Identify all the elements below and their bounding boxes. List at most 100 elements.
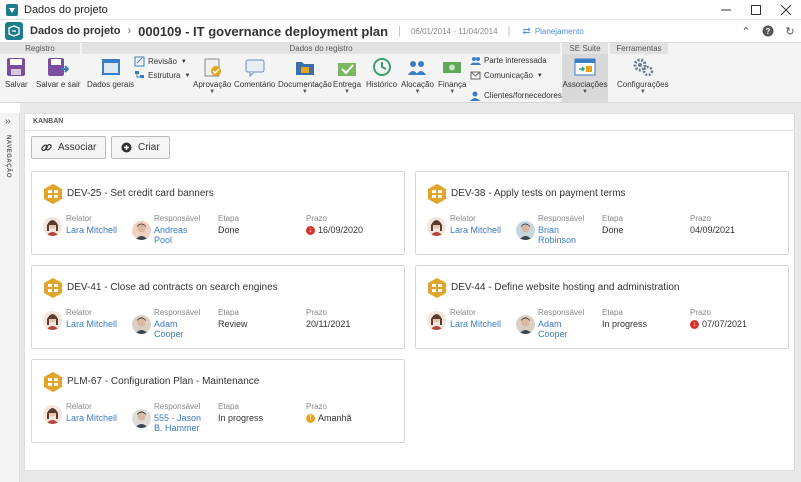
general-data-icon [100, 56, 122, 78]
gear-icon [632, 56, 654, 78]
associate-button[interactable]: Associar [31, 136, 107, 159]
plus-circle-icon [121, 142, 132, 153]
clients-icon [469, 90, 481, 101]
reporter-label: Relator [66, 402, 92, 411]
kanban-card[interactable]: DEV-44 - Define website hosting and admi… [415, 265, 789, 349]
delivery-button[interactable]: Entrega ▼ [333, 56, 361, 96]
documentation-button[interactable]: Documentação ▼ [278, 56, 332, 96]
responsible-label: Responsável [154, 308, 201, 317]
history-button[interactable]: Histórico [366, 56, 397, 89]
responsible-avatar [516, 221, 535, 240]
navigation-label: NAVEGAÇÃO [5, 135, 11, 179]
record-header: Dados do projeto › 000109 - IT governanc… [0, 20, 801, 43]
panel-divider [25, 130, 794, 131]
dropdown-arrow-icon: ▼ [536, 72, 543, 79]
kanban-item-icon [44, 184, 62, 204]
card-title[interactable]: DEV-25 - Set credit card banners [67, 188, 214, 199]
maximize-button[interactable] [741, 0, 771, 20]
dropdown-arrow-icon: ▼ [639, 89, 646, 95]
project-dates: 06/01/2014 - 11/04/2014 [410, 26, 498, 36]
due-label: Prazo [306, 308, 327, 317]
reporter-link[interactable]: Lara Mitchell [450, 225, 501, 236]
help-icon[interactable]: ? [761, 22, 775, 40]
responsible-link-line2[interactable]: B. Hammer [154, 423, 200, 434]
reporter-link[interactable]: Lara Mitchell [450, 319, 501, 330]
stage-label: Etapa [218, 308, 239, 317]
reporter-label: Relator [66, 308, 92, 317]
card-title[interactable]: DEV-41 - Close ad contracts on search en… [67, 282, 278, 293]
card-title[interactable]: DEV-38 - Apply tests on payment terms [451, 188, 626, 199]
card-title[interactable]: DEV-44 - Define website hosting and admi… [451, 282, 679, 293]
dropdown-arrow-icon: ▼ [209, 89, 216, 95]
project-title: 000109 - IT governance deployment plan [138, 23, 389, 39]
dropdown-arrow-icon: ▼ [180, 58, 187, 65]
kanban-item-icon [44, 372, 62, 392]
navigation-sidebar[interactable]: » NAVEGAÇÃO [0, 113, 20, 482]
app-icon [6, 3, 18, 16]
save-and-exit-button[interactable]: Salvar e sair [36, 56, 80, 89]
structure-icon [133, 70, 145, 81]
due-date: 04/09/2021 [690, 225, 736, 235]
refresh-icon[interactable]: ↻ [783, 22, 797, 40]
comment-button[interactable]: Comentário [234, 56, 275, 89]
reporter-link[interactable]: Lara Mitchell [66, 413, 117, 424]
revision-menu[interactable]: Revisão ▼ [133, 56, 187, 67]
associations-icon [574, 56, 596, 78]
responsible-link-line2[interactable]: Pool [154, 235, 172, 246]
group-label-dados: Dados do registro [82, 43, 560, 54]
responsible-link-line2[interactable]: Cooper [154, 329, 184, 340]
ribbon-toolbar: Registro Dados do registro SE Suite Ferr… [0, 43, 801, 103]
approval-button[interactable]: Aprovação ▼ [193, 56, 231, 96]
responsible-avatar [516, 315, 535, 334]
card-name: Define website hosting and administratio… [494, 282, 680, 293]
clients-suppliers-button[interactable]: Clientes/fornecedores [469, 90, 562, 101]
expand-navigation-icon[interactable]: » [5, 116, 11, 127]
save-button[interactable]: Salvar [5, 56, 28, 89]
reporter-link[interactable]: Lara Mitchell [66, 225, 117, 236]
minimize-button[interactable] [711, 0, 741, 20]
chevron-right-icon: › [127, 25, 132, 37]
kanban-card[interactable]: DEV-41 - Close ad contracts on search en… [31, 265, 405, 349]
card-title[interactable]: PLM-67 - Configuration Plan - Maintenanc… [67, 376, 259, 387]
reporter-avatar [43, 311, 62, 330]
collapse-header-icon[interactable]: ⌃ [739, 22, 753, 40]
card-id: DEV-38 [451, 188, 486, 199]
stage-label: Etapa [218, 402, 239, 411]
people-icon [469, 55, 481, 66]
link-icon [41, 142, 52, 153]
communication-menu[interactable]: Comunicação ▼ [469, 70, 543, 81]
responsible-label: Responsável [538, 308, 585, 317]
allocation-button[interactable]: Alocação ▼ [401, 56, 434, 96]
main-area: KANBAN Associar Criar DEV-25 - Set credi… [20, 103, 801, 482]
reporter-avatar [43, 217, 62, 236]
structure-menu[interactable]: Estrutura ▼ [133, 70, 190, 81]
stage-value: In progress [602, 319, 648, 329]
responsible-link-line2[interactable]: Robinson [538, 235, 576, 246]
panel-title: KANBAN [33, 118, 64, 125]
associations-button[interactable]: Associações ▼ [562, 54, 608, 102]
card-name: Close ad contracts on search engines [110, 282, 278, 293]
finance-button[interactable]: Finança ▼ [438, 56, 466, 96]
kanban-card[interactable]: DEV-38 - Apply tests on payment terms Rel… [415, 171, 789, 255]
stakeholder-button[interactable]: Parte interessada [469, 55, 547, 66]
people-icon [406, 56, 428, 78]
reporter-link[interactable]: Lara Mitchell [66, 319, 117, 330]
save-exit-icon [47, 56, 70, 78]
kanban-card[interactable]: PLM-67 - Configuration Plan - Maintenanc… [31, 359, 405, 443]
general-data-button[interactable]: Dados gerais [87, 56, 134, 89]
kanban-card[interactable]: DEV-25 - Set credit card banners Relator L… [31, 171, 405, 255]
kanban-item-icon [428, 278, 446, 298]
close-button[interactable] [771, 0, 801, 20]
due-label: Prazo [690, 308, 711, 317]
overdue-icon: ↓ [306, 225, 315, 235]
due-date: ↓ 16/09/2020 [306, 225, 363, 235]
svg-text:?: ? [766, 27, 771, 36]
dropdown-arrow-icon: ▼ [582, 89, 588, 95]
create-button[interactable]: Criar [111, 136, 170, 159]
project-phase: Planejamento [534, 26, 584, 36]
settings-button[interactable]: Configurações ▼ [617, 56, 669, 96]
responsible-link-line2[interactable]: Cooper [538, 329, 568, 340]
card-id: DEV-25 [67, 188, 102, 199]
stage-label: Etapa [218, 214, 239, 223]
group-label-registro: Registro [0, 43, 80, 54]
